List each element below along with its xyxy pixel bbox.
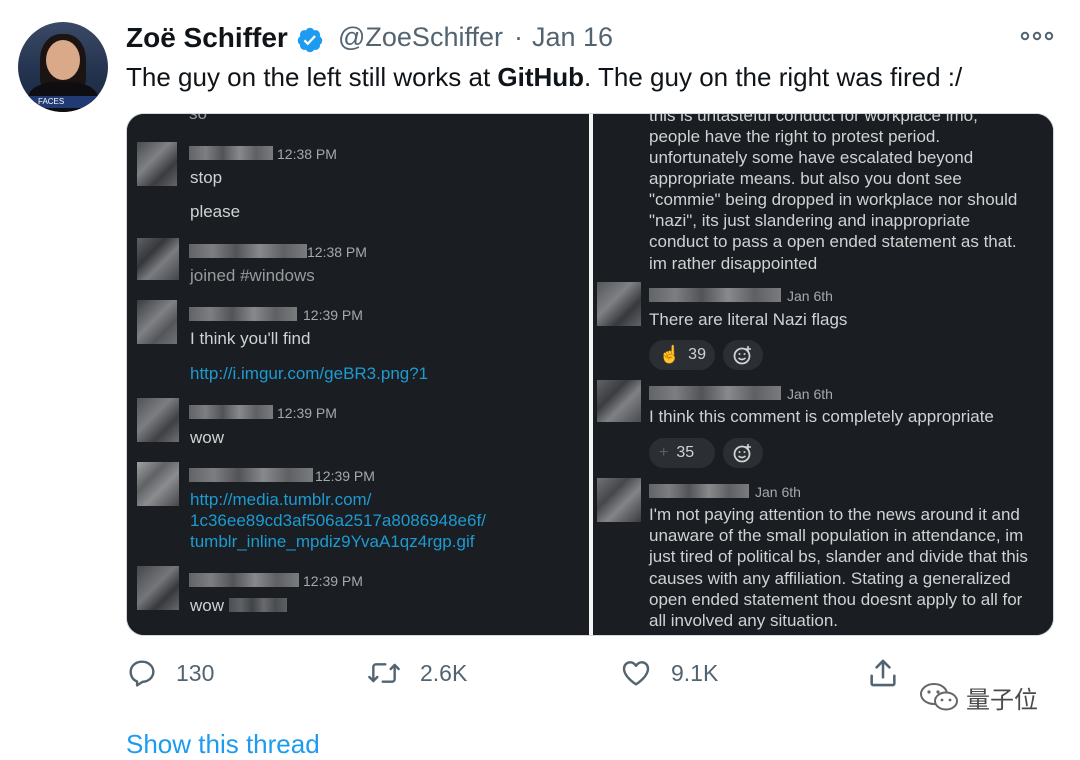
- message-text: I think this comment is completely appro…: [649, 407, 994, 426]
- left-chat-screenshot: so 12:38 PM stop please 12:38 PM joined …: [127, 114, 589, 635]
- tweet-text: The guy on the left still works at GitHu…: [126, 62, 962, 93]
- message-text: open ended statement thou doesnt apply t…: [649, 590, 1023, 609]
- blurred-username: [189, 307, 297, 321]
- message-text: please: [190, 202, 241, 221]
- message-text: wow: [190, 596, 225, 615]
- message-time: Jan 6th: [787, 386, 833, 402]
- message-text: I think you'll find: [190, 329, 311, 348]
- pointing-hand-icon: ☝: [659, 345, 681, 364]
- more-options-icon[interactable]: [1020, 26, 1054, 46]
- tweet-text-after: . The guy on the right was fired :/: [584, 62, 963, 92]
- message-text: joined #windows: [190, 266, 315, 285]
- message-link[interactable]: http://media.tumblr.com/: [190, 490, 371, 510]
- reply-icon: [129, 660, 155, 687]
- verified-badge-icon: [297, 27, 323, 53]
- pixelated-avatar: [137, 300, 177, 344]
- pixelated-avatar: [597, 380, 641, 422]
- message-text: wow: [190, 428, 225, 447]
- tweet-text-before: The guy on the left still works at: [126, 62, 498, 92]
- message-text: "commie" being dropped in workplace nor …: [649, 190, 1018, 209]
- author-handle[interactable]: @ZoeSchiffer: [338, 22, 503, 53]
- add-reaction-icon[interactable]: [723, 438, 763, 468]
- blurred-username: [649, 288, 781, 302]
- blurred-username: [189, 468, 313, 482]
- retweet-button[interactable]: 2.6K: [366, 656, 467, 690]
- reaction-pill[interactable]: ☝ 39: [649, 340, 715, 370]
- message-text: "nazi", its just slandering and inapprop…: [649, 211, 971, 230]
- like-button[interactable]: 9.1K: [619, 656, 718, 690]
- like-count: 9.1K: [671, 659, 719, 686]
- avatar-caption: FACES: [24, 96, 102, 108]
- retweet-icon: [368, 663, 400, 683]
- tweet-date[interactable]: Jan 16: [532, 22, 613, 53]
- wechat-logo-icon: [918, 680, 962, 714]
- message-text: unfortunately some have escalated beyond: [649, 148, 974, 167]
- tweet-media-image[interactable]: so 12:38 PM stop please 12:38 PM joined …: [126, 113, 1054, 636]
- message-text: There are literal Nazi flags: [649, 310, 848, 329]
- pixelated-avatar: [597, 478, 641, 522]
- pixelated-avatar: [137, 238, 179, 280]
- show-thread-link[interactable]: Show this thread: [126, 729, 320, 760]
- pixelated-avatar: [137, 462, 179, 506]
- pixelated-avatar: [597, 282, 641, 326]
- blurred-username: [649, 386, 781, 400]
- share-icon: [870, 659, 896, 687]
- retweet-count: 2.6K: [420, 659, 468, 686]
- pixelated-avatar: [137, 142, 177, 186]
- avatar-face: [46, 40, 80, 80]
- message-time: 12:39 PM: [303, 573, 363, 589]
- message-text: this is untasteful conduct for workplace…: [649, 113, 978, 125]
- reply-button[interactable]: 130: [126, 656, 214, 690]
- blurred-username: [189, 573, 299, 587]
- message-text: causes with any affiliation. Stating a g…: [649, 569, 1011, 588]
- tweet-text-bold: GitHub: [497, 62, 585, 92]
- message-time: Jan 6th: [755, 484, 801, 500]
- pixelated-avatar: [137, 398, 179, 442]
- author-avatar[interactable]: FACES: [18, 22, 108, 112]
- message-link[interactable]: tumblr_inline_mpdiz9YvaA1qz4rgp.gif: [190, 532, 474, 552]
- message-text: I'm not paying attention to the news aro…: [649, 505, 1020, 524]
- blurred-username: [189, 244, 307, 258]
- share-button[interactable]: [866, 656, 900, 690]
- right-chat-screenshot: this is untasteful conduct for workplace…: [593, 113, 1053, 635]
- message-text: people have the right to protest period.: [649, 127, 941, 146]
- blurred-username: [649, 484, 749, 498]
- message-text: stop: [190, 168, 223, 187]
- message-text: conduct to pass a open ended statement a…: [649, 232, 1017, 251]
- message-time: 12:39 PM: [315, 468, 375, 484]
- message-time: 12:39 PM: [277, 405, 337, 421]
- top-fragment: so: [189, 113, 207, 123]
- separator-dot: ·: [514, 22, 523, 52]
- blurred-text: [229, 598, 287, 612]
- message-time: Jan 6th: [787, 288, 833, 304]
- reaction-count: 35: [676, 444, 695, 461]
- message-text: just tired of political bs, slander and …: [649, 547, 1028, 566]
- message-text: unaware of the small population in atten…: [649, 526, 1024, 545]
- watermark-text: 量子位: [966, 687, 1038, 714]
- heart-icon: [622, 661, 650, 686]
- message-time: 12:38 PM: [277, 146, 337, 162]
- message-text: appropriate means. but also you dont see: [649, 169, 962, 188]
- message-text: im rather disappointed: [649, 254, 818, 273]
- message-link[interactable]: http://i.imgur.com/geBR3.png?1: [190, 364, 428, 384]
- message-text: all involved any situation.: [649, 611, 839, 630]
- reply-count: 130: [176, 659, 215, 686]
- message-link[interactable]: 1c36ee89cd3af506a2517a8086948e6f/: [190, 511, 486, 531]
- message-time: 12:38 PM: [307, 244, 367, 260]
- pixelated-avatar: [137, 566, 179, 610]
- author-name[interactable]: Zoë Schiffer: [126, 22, 288, 54]
- blurred-username: [189, 405, 273, 419]
- reaction-pill[interactable]: + 35: [649, 438, 715, 468]
- plus-one-icon: +: [659, 444, 669, 461]
- blurred-username: [189, 146, 273, 160]
- message-time: 12:39 PM: [303, 307, 363, 323]
- reaction-count: 39: [688, 346, 706, 363]
- add-reaction-icon[interactable]: [723, 340, 763, 370]
